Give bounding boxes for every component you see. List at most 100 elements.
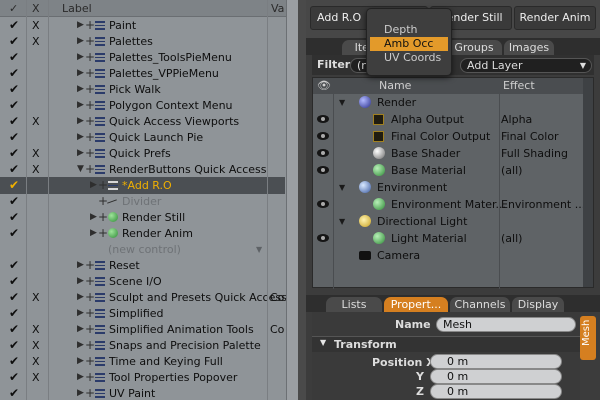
tree-row[interactable]: ✔ ▶ + Quick Launch Pie (0, 129, 285, 146)
tab-images[interactable]: Images (504, 40, 554, 55)
visibility-eye-icon[interactable] (317, 115, 329, 123)
chevron-down-icon[interactable]: ▼ (339, 179, 345, 196)
tree-row[interactable]: ✔ X ▶ + Sculpt and Presets Quick Access Co (0, 289, 287, 306)
checkmark-icon[interactable]: ✔ (9, 385, 19, 400)
tree-row[interactable]: ✔ ▶ + Reset (0, 257, 285, 274)
plus-icon[interactable]: + (85, 97, 95, 114)
tab-lists[interactable]: Lists (326, 297, 382, 312)
plus-icon[interactable]: + (85, 257, 95, 274)
checkmark-icon[interactable]: ✔ (9, 305, 19, 322)
tree-row[interactable]: ✔ X ▶ + Quick Access Viewports (0, 113, 285, 130)
x-mark[interactable]: X (32, 161, 40, 178)
tab-groups[interactable]: Groups (446, 40, 502, 55)
mesh-side-tab[interactable]: Mesh (580, 316, 596, 360)
plus-icon[interactable]: + (85, 353, 95, 370)
chevron-right-icon[interactable]: ▶ (77, 33, 84, 50)
plus-icon[interactable]: + (98, 193, 108, 210)
x-mark[interactable]: X (32, 113, 40, 130)
tree-row[interactable]: ✔ ▶ + Pick Walk (0, 81, 285, 98)
tree-row[interactable]: ✔ X ▼ + RenderButtons Quick Access (0, 161, 285, 178)
shader-tree-row[interactable]: ▼ Render (313, 94, 595, 111)
plus-icon[interactable]: + (98, 225, 108, 242)
x-mark[interactable]: X (32, 33, 40, 50)
chevron-down-icon[interactable]: ▼ (256, 241, 262, 258)
plus-icon[interactable]: + (85, 129, 95, 146)
plus-icon[interactable]: + (85, 49, 95, 66)
visibility-eye-icon[interactable] (317, 166, 329, 174)
chevron-down-icon[interactable]: ▼ (339, 213, 345, 230)
checkmark-icon[interactable]: ✔ (9, 17, 19, 34)
checkmark-icon[interactable]: ✔ (9, 113, 19, 130)
position-y-field[interactable]: 0 m (430, 369, 562, 384)
checkmark-icon[interactable]: ✔ (9, 161, 19, 178)
x-mark[interactable]: X (32, 369, 40, 386)
shader-tree-scrollbar[interactable] (583, 78, 593, 287)
tree-row[interactable]: ✔ ▶ + *Add R.O (0, 177, 285, 194)
checkmark-icon[interactable]: ✔ (9, 145, 19, 162)
plus-icon[interactable]: + (85, 289, 95, 306)
x-mark[interactable]: X (32, 337, 40, 354)
x-mark[interactable]: X (32, 17, 40, 34)
checkmark-icon[interactable]: ✔ (9, 129, 19, 146)
tree-row[interactable]: ✔ ▶ + Palettes_ToolsPieMenu (0, 49, 285, 66)
chevron-down-icon[interactable]: ▼ (77, 161, 84, 178)
plus-icon[interactable]: + (85, 145, 95, 162)
popup-item-amb-occ[interactable]: Amb Occ (370, 37, 448, 51)
x-mark[interactable]: X (32, 145, 40, 162)
checkmark-icon[interactable]: ✔ (9, 81, 19, 98)
visibility-eye-icon[interactable] (317, 200, 329, 208)
checkmark-icon[interactable]: ✔ (9, 369, 19, 386)
plus-icon[interactable]: + (85, 81, 95, 98)
tree-row[interactable]: ✔ ▶ + Render Anim (0, 225, 285, 242)
tree-row[interactable]: ✔ ▶ + Simplified (0, 305, 285, 322)
visibility-eye-icon[interactable] (317, 132, 329, 140)
chevron-right-icon[interactable]: ▶ (77, 337, 84, 354)
shader-tree-row[interactable]: ▼ Directional Light (313, 213, 595, 230)
checkmark-icon[interactable]: ✔ (9, 289, 19, 306)
chevron-right-icon[interactable]: ▶ (77, 81, 84, 98)
checkmark-icon[interactable]: ✔ (9, 257, 19, 274)
popup-item-depth[interactable]: Depth (370, 23, 448, 37)
add-layer-select[interactable]: Add Layer ▼ (460, 58, 592, 73)
tab-properties[interactable]: Propert... (384, 297, 448, 312)
tree-row[interactable]: ✔ ▶ + Scene I/O (0, 273, 285, 290)
chevron-right-icon[interactable]: ▶ (77, 385, 84, 400)
plus-icon[interactable]: + (85, 369, 95, 386)
popup-item-uv-coords[interactable]: UV Coords (370, 51, 448, 65)
plus-icon[interactable]: + (85, 161, 95, 178)
plus-icon[interactable]: + (85, 17, 95, 34)
tree-row[interactable]: ✔ X ▶ + Tool Properties Popover (0, 369, 285, 386)
chevron-right-icon[interactable]: ▶ (77, 97, 84, 114)
checkmark-icon[interactable]: ✔ (9, 65, 19, 82)
chevron-down-icon[interactable]: ▼ (339, 94, 345, 111)
tree-row[interactable]: ✔ ▶ + Render Still (0, 209, 285, 226)
checkmark-icon[interactable]: ✔ (9, 33, 19, 50)
checkmark-icon[interactable]: ✔ (9, 97, 19, 114)
tree-row[interactable]: ✔ ▶ + Palettes_VPPieMenu (0, 65, 285, 82)
shader-tree-row[interactable]: Base Material (all) (313, 162, 595, 179)
position-z-field[interactable]: 0 m (430, 384, 562, 399)
shader-tree-row[interactable]: Camera (313, 247, 595, 264)
checkmark-icon[interactable]: ✔ (9, 273, 19, 290)
chevron-right-icon[interactable]: ▶ (77, 49, 84, 66)
x-mark[interactable]: X (32, 289, 40, 306)
plus-icon[interactable]: + (85, 321, 95, 338)
tree-row[interactable]: ✔ X ▶ + Simplified Animation Tools Co (0, 321, 285, 338)
chevron-right-icon[interactable]: ▶ (77, 273, 84, 290)
checkmark-icon[interactable]: ✔ (9, 321, 19, 338)
plus-icon[interactable]: + (85, 385, 95, 400)
x-mark[interactable]: X (32, 353, 40, 370)
chevron-right-icon[interactable]: ▶ (90, 209, 97, 226)
chevron-right-icon[interactable]: ▶ (90, 225, 97, 242)
plus-icon[interactable]: + (85, 305, 95, 322)
plus-icon[interactable]: + (85, 113, 95, 130)
position-x-field[interactable]: 0 m (430, 354, 562, 369)
checkmark-icon[interactable]: ✔ (9, 225, 19, 242)
shader-tree-row[interactable]: Light Material (all) (313, 230, 595, 247)
tree-row[interactable]: ✔ X ▶ + Quick Prefs (0, 145, 285, 162)
chevron-right-icon[interactable]: ▶ (77, 289, 84, 306)
shader-tree-row[interactable]: Final Color Output Final Color (313, 128, 595, 145)
checkmark-icon[interactable]: ✔ (9, 353, 19, 370)
chevron-right-icon[interactable]: ▶ (90, 177, 97, 194)
shader-tree-row[interactable]: Alpha Output Alpha (313, 111, 595, 128)
